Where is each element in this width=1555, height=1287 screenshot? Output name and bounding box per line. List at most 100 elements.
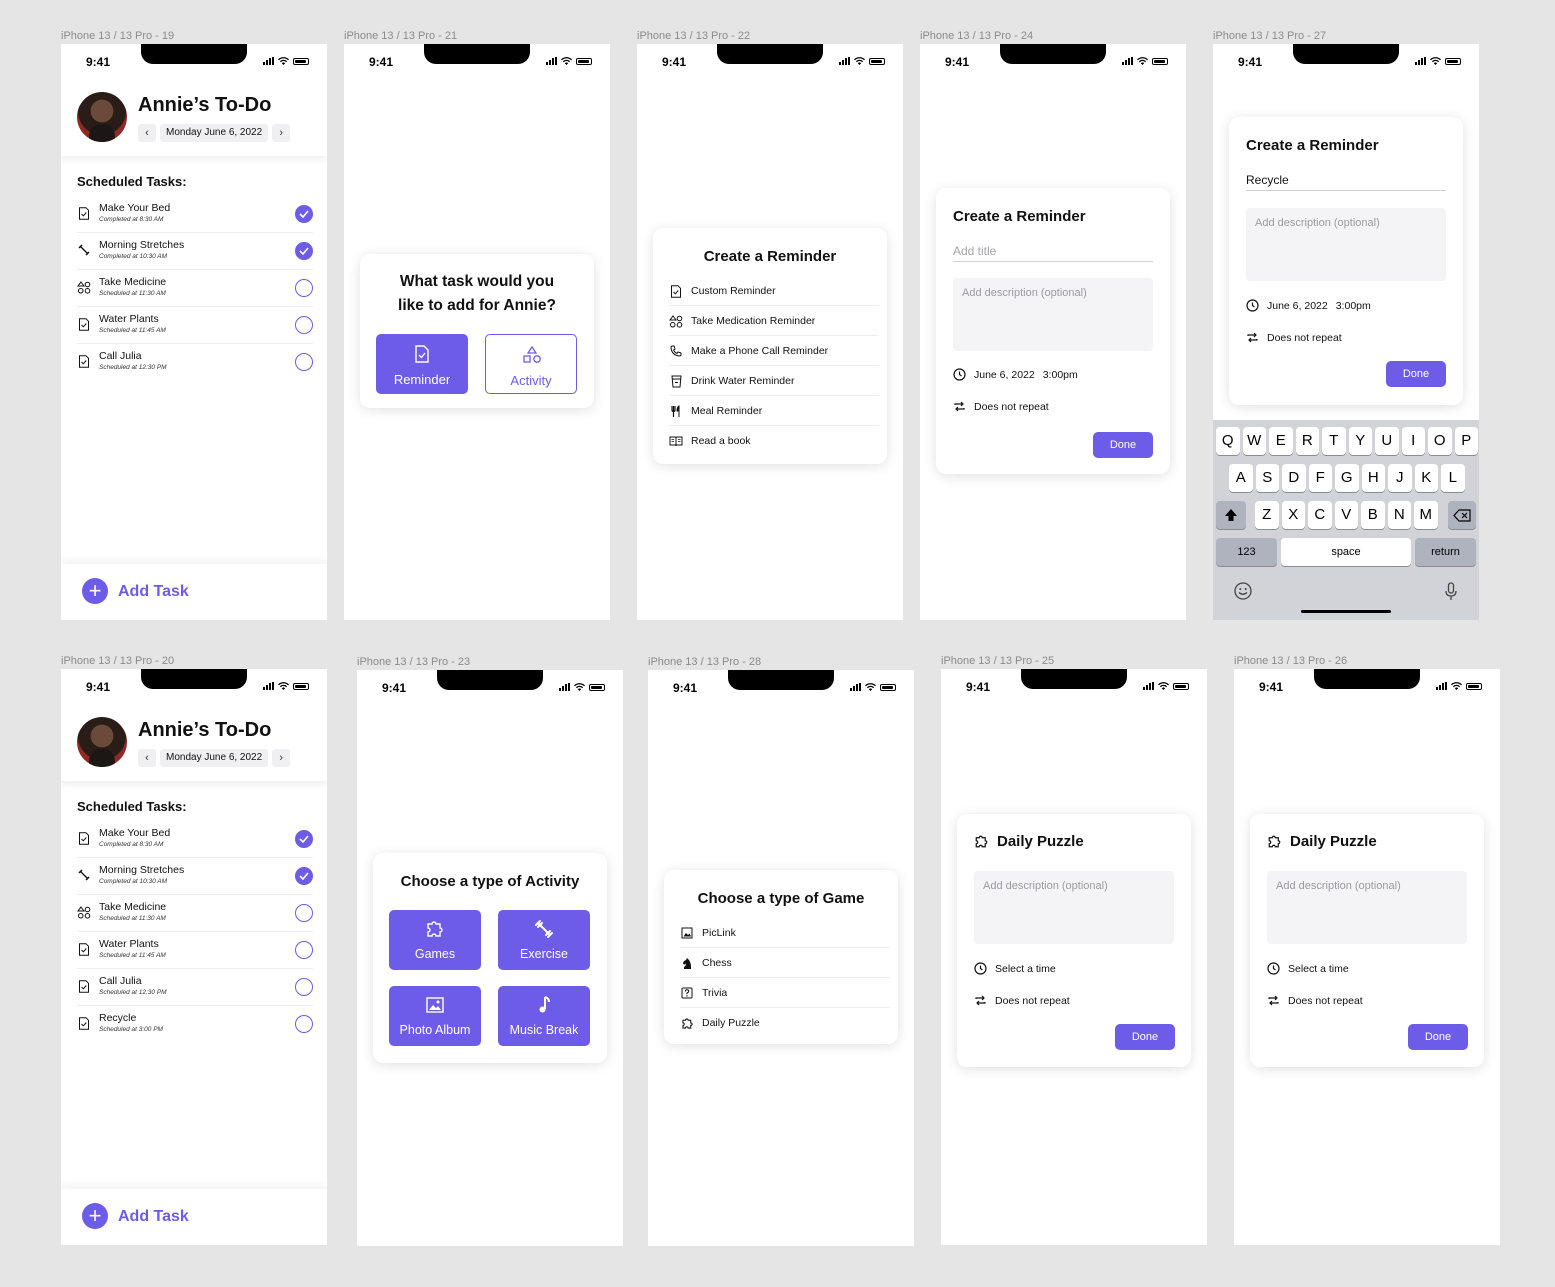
key-a[interactable]: A: [1229, 464, 1253, 492]
description-input[interactable]: Add description (optional): [1246, 208, 1446, 281]
prev-day-button[interactable]: ‹: [138, 124, 156, 142]
key-y[interactable]: Y: [1348, 427, 1372, 455]
description-input[interactable]: Add description (optional): [953, 278, 1153, 351]
key-e[interactable]: E: [1269, 427, 1293, 455]
unchecked-checkbox[interactable]: [295, 978, 313, 996]
delete-key[interactable]: [1448, 501, 1476, 529]
unchecked-checkbox[interactable]: [295, 904, 313, 922]
time-row[interactable]: Select a time: [974, 962, 1056, 975]
task-row[interactable]: Water Plants Scheduled at 11:45 AM: [77, 307, 313, 344]
menu-item-label: Custom Reminder: [691, 285, 776, 297]
key-h[interactable]: H: [1361, 464, 1385, 492]
space-key[interactable]: space: [1281, 538, 1411, 566]
done-button[interactable]: Done: [1408, 1024, 1468, 1050]
menu-item[interactable]: PicLink: [680, 918, 890, 948]
key-k[interactable]: K: [1414, 464, 1438, 492]
key-u[interactable]: U: [1375, 427, 1399, 455]
key-r[interactable]: R: [1295, 427, 1319, 455]
task-row[interactable]: Recycle Scheduled at 3:00 PM: [77, 1006, 313, 1043]
done-button[interactable]: Done: [1386, 361, 1446, 387]
key-m[interactable]: M: [1414, 501, 1438, 529]
task-row[interactable]: Make Your Bed Completed at 8:30 AM: [77, 821, 313, 858]
description-input[interactable]: Add description (optional): [974, 871, 1174, 944]
checked-checkbox[interactable]: [295, 205, 313, 223]
menu-item[interactable]: Meal Reminder: [669, 396, 879, 426]
unchecked-checkbox[interactable]: [295, 1015, 313, 1033]
menu-item[interactable]: Daily Puzzle: [680, 1008, 890, 1038]
key-q[interactable]: Q: [1216, 427, 1240, 455]
todo-header: Annie’s To-Do ‹ Monday June 6, 2022 ›: [61, 78, 327, 156]
add-task-button[interactable]: Add Task: [118, 583, 189, 601]
menu-item[interactable]: Chess: [680, 948, 890, 978]
menu-item[interactable]: Custom Reminder: [669, 276, 879, 306]
task-row[interactable]: Morning Stretches Completed at 10:30 AM: [77, 858, 313, 895]
menu-item[interactable]: Trivia: [680, 978, 890, 1008]
repeat-row[interactable]: Does not repeat: [953, 400, 1049, 413]
unchecked-checkbox[interactable]: [295, 279, 313, 297]
emoji-icon[interactable]: [1234, 582, 1252, 600]
checked-checkbox[interactable]: [295, 242, 313, 260]
task-row[interactable]: Call Julia Scheduled at 12:30 PM: [77, 344, 313, 381]
exercise-tile[interactable]: Exercise: [498, 910, 590, 970]
unchecked-checkbox[interactable]: [295, 941, 313, 959]
key-c[interactable]: C: [1308, 501, 1332, 529]
key-x[interactable]: X: [1281, 501, 1305, 529]
title-input[interactable]: Recycle: [1246, 173, 1446, 191]
microphone-icon[interactable]: [1445, 582, 1457, 602]
key-s[interactable]: S: [1255, 464, 1279, 492]
menu-item[interactable]: Make a Phone Call Reminder: [669, 336, 879, 366]
unchecked-checkbox[interactable]: [295, 353, 313, 371]
next-day-button[interactable]: ›: [272, 749, 291, 767]
key-t[interactable]: T: [1322, 427, 1346, 455]
menu-item[interactable]: Read a book: [669, 426, 879, 456]
key-n[interactable]: N: [1387, 501, 1411, 529]
return-key[interactable]: return: [1415, 538, 1476, 566]
games-tile[interactable]: Games: [389, 910, 481, 970]
done-button[interactable]: Done: [1093, 432, 1153, 458]
key-b[interactable]: B: [1361, 501, 1385, 529]
menu-item[interactable]: Drink Water Reminder: [669, 366, 879, 396]
checked-checkbox[interactable]: [295, 830, 313, 848]
shift-key[interactable]: [1216, 501, 1246, 529]
task-row[interactable]: Call Julia Scheduled at 12:30 PM: [77, 969, 313, 1006]
add-icon[interactable]: +: [82, 578, 108, 604]
task-row[interactable]: Morning Stretches Completed at 10:30 AM: [77, 233, 313, 270]
date-time-row[interactable]: June 6, 2022 3:00pm: [1246, 299, 1371, 312]
key-v[interactable]: V: [1334, 501, 1358, 529]
task-row[interactable]: Take Medicine Scheduled at 11:30 AM: [77, 895, 313, 932]
key-i[interactable]: I: [1401, 427, 1425, 455]
key-f[interactable]: F: [1308, 464, 1332, 492]
activity-button[interactable]: Activity: [485, 334, 577, 394]
done-button[interactable]: Done: [1115, 1024, 1175, 1050]
add-icon[interactable]: +: [82, 1203, 108, 1229]
key-j[interactable]: J: [1388, 464, 1412, 492]
photo-album-tile[interactable]: Photo Album: [389, 986, 481, 1046]
menu-item[interactable]: Take Medication Reminder: [669, 306, 879, 336]
add-task-button[interactable]: Add Task: [118, 1208, 189, 1226]
puzzle-icon: [680, 1016, 694, 1030]
reminder-button[interactable]: Reminder: [376, 334, 468, 394]
key-p[interactable]: P: [1454, 427, 1478, 455]
music-break-tile[interactable]: Music Break: [498, 986, 590, 1046]
date-time-row[interactable]: June 6, 2022 3:00pm: [953, 368, 1078, 381]
task-row[interactable]: Take Medicine Scheduled at 11:30 AM: [77, 270, 313, 307]
key-d[interactable]: D: [1282, 464, 1306, 492]
description-input[interactable]: Add description (optional): [1267, 871, 1467, 944]
key-l[interactable]: L: [1441, 464, 1465, 492]
task-row[interactable]: Make Your Bed Completed at 8:30 AM: [77, 196, 313, 233]
repeat-row[interactable]: Does not repeat: [1246, 331, 1342, 344]
key-o[interactable]: O: [1428, 427, 1452, 455]
task-row[interactable]: Water Plants Scheduled at 11:45 AM: [77, 932, 313, 969]
unchecked-checkbox[interactable]: [295, 316, 313, 334]
prev-day-button[interactable]: ‹: [138, 749, 156, 767]
key-g[interactable]: G: [1335, 464, 1359, 492]
time-row[interactable]: Select a time: [1267, 962, 1349, 975]
repeat-row[interactable]: Does not repeat: [974, 994, 1070, 1007]
key-z[interactable]: Z: [1255, 501, 1279, 529]
checked-checkbox[interactable]: [295, 867, 313, 885]
numbers-key[interactable]: 123: [1216, 538, 1277, 566]
repeat-row[interactable]: Does not repeat: [1267, 994, 1363, 1007]
next-day-button[interactable]: ›: [272, 124, 291, 142]
key-w[interactable]: W: [1242, 427, 1266, 455]
title-input[interactable]: Add title: [953, 244, 1153, 262]
